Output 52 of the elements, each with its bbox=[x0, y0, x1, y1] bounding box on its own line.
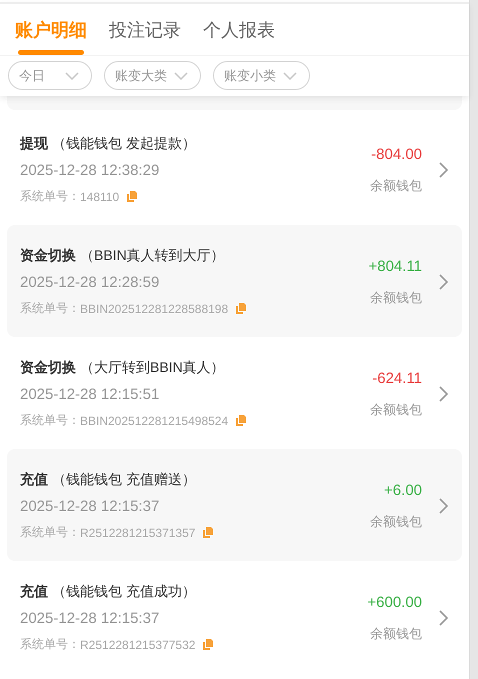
record-time: 2025-12-28 12:28:59 bbox=[20, 274, 160, 291]
record-time: 2025-12-28 12:15:51 bbox=[20, 386, 160, 403]
record-detail: （BBIN真人转到大厅） bbox=[80, 247, 225, 265]
copy-icon[interactable] bbox=[236, 303, 246, 314]
tab[interactable]: 个人报表 bbox=[203, 18, 275, 55]
order-label: 系统单号： bbox=[20, 300, 80, 317]
tab[interactable]: 投注记录 bbox=[109, 18, 181, 55]
amount: +600.00 bbox=[367, 594, 422, 610]
record-type: 资金切换 bbox=[20, 247, 76, 265]
copy-icon[interactable] bbox=[203, 527, 214, 538]
record-type: 充值 bbox=[20, 583, 48, 601]
amount: +804.11 bbox=[368, 258, 422, 274]
record-time: 2025-12-28 12:15:37 bbox=[20, 498, 160, 515]
amount: -804.00 bbox=[371, 146, 422, 162]
wallet-name: 余额钱包 bbox=[370, 624, 422, 642]
caret-icon bbox=[283, 72, 297, 80]
amount: +6.00 bbox=[384, 482, 422, 498]
amount: -624.11 bbox=[372, 370, 422, 386]
copy-icon[interactable] bbox=[127, 191, 138, 202]
record-card[interactable]: 充值 （钱能钱包 充值赠送） 2025-12-28 12:15:37 系统单号：R2512281215371357 +6.00 余额钱包 bbox=[7, 449, 462, 561]
order-label: 系统单号： bbox=[20, 636, 80, 653]
record-type: 资金切换 bbox=[20, 359, 76, 377]
record-type: 提现 bbox=[20, 135, 48, 153]
record-time: 2025-12-28 12:38:29 bbox=[20, 162, 160, 179]
order-number: BBIN202512281228588198 bbox=[80, 302, 228, 316]
chevron-right-icon[interactable] bbox=[439, 274, 448, 290]
order-number: 148110 bbox=[80, 190, 120, 204]
record-detail: （钱能钱包 发起提款） bbox=[52, 135, 196, 153]
order-number: BBIN202512281215498524 bbox=[80, 414, 228, 428]
wallet-name: 余额钱包 bbox=[370, 288, 422, 306]
record-type: 充值 bbox=[20, 471, 48, 489]
caret-icon bbox=[65, 72, 79, 80]
order-label: 系统单号： bbox=[20, 412, 80, 429]
chevron-right-icon[interactable] bbox=[439, 498, 448, 514]
copy-icon[interactable] bbox=[236, 415, 246, 426]
order-label: 系统单号： bbox=[20, 524, 80, 541]
record-detail: （大厅转到BBIN真人） bbox=[80, 359, 225, 377]
record-card[interactable]: 资金切换 （BBIN真人转到大厅） 2025-12-28 12:28:59 系统单号：BBIN202512281228588198 +804.11 余额钱包 bbox=[7, 225, 462, 337]
chevron-right-icon[interactable] bbox=[439, 162, 448, 178]
chevron-right-icon[interactable] bbox=[439, 386, 448, 402]
wallet-name: 余额钱包 bbox=[370, 512, 422, 530]
order-number: R2512281215371357 bbox=[80, 526, 196, 540]
copy-icon[interactable] bbox=[203, 639, 214, 650]
chevron-right-icon[interactable] bbox=[439, 610, 448, 626]
record-time: 2025-12-28 12:15:37 bbox=[20, 610, 160, 627]
record-detail: （钱能钱包 充值赠送） bbox=[52, 471, 196, 489]
wallet-name: 余额钱包 bbox=[370, 176, 422, 194]
wallet-name: 余额钱包 bbox=[370, 400, 422, 418]
order-label: 系统单号： bbox=[20, 188, 80, 205]
record-detail: （钱能钱包 充值成功） bbox=[52, 583, 196, 601]
order-number: R2512281215377532 bbox=[80, 638, 196, 652]
caret-icon bbox=[174, 72, 188, 80]
